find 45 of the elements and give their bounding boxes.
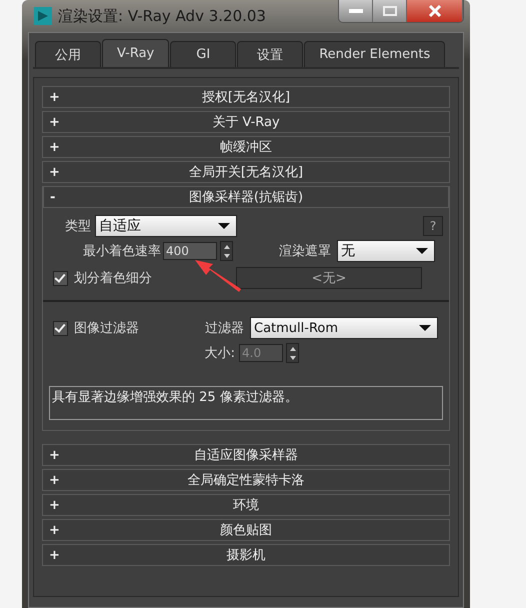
mask-dropdown[interactable]: 无 — [337, 240, 435, 262]
tab[interactable]: V-Ray — [102, 39, 170, 67]
close-icon — [428, 5, 442, 17]
rollout-header[interactable]: + 全局确定性蒙特卡洛 — [42, 469, 450, 491]
checkbox[interactable] — [53, 320, 68, 336]
arrow-annotation — [193, 258, 243, 294]
rollout-header[interactable]: + 环境 — [42, 494, 450, 516]
mask-label: 渲染遮罩 — [278, 243, 331, 260]
min-rate-field[interactable]: 400 — [163, 242, 217, 260]
size-label: 大小: — [204, 345, 235, 362]
rollout-header[interactable]: + 颜色贴图 — [42, 519, 450, 541]
caret-icon — [416, 248, 428, 254]
filter-label: 过滤器 — [204, 320, 244, 337]
maximize-button[interactable] — [373, 0, 407, 22]
help-button[interactable]: ? — [423, 216, 443, 236]
rollout-header[interactable]: + 自适应图像采样器 — [42, 444, 450, 466]
checkbox[interactable] — [53, 270, 68, 286]
tab[interactable]: 设置 — [237, 41, 304, 67]
window-title: 渲染设置: V-Ray Adv 3.20.03 — [58, 6, 266, 26]
maximize-icon — [382, 6, 396, 16]
mask-map-button[interactable]: <无> — [236, 267, 422, 289]
rollout-header[interactable]: + 全局开关[无名汉化] — [42, 161, 450, 183]
tab[interactable]: Render Elements — [304, 41, 446, 67]
rollout-header[interactable]: - 图像采样器(抗锯齿) — [43, 186, 449, 208]
caret-icon — [218, 223, 230, 229]
subdivs-label: 划分着色细分 — [74, 270, 153, 287]
filter-dropdown[interactable]: Catmull-Rom — [250, 317, 438, 339]
spinner-icon[interactable] — [220, 241, 233, 261]
tab[interactable]: GI — [170, 41, 236, 67]
minimize-icon — [348, 9, 362, 13]
rollout-header[interactable]: + 关于 V-Ray — [42, 111, 450, 133]
app-logo-icon — [34, 7, 52, 25]
caret-icon — [419, 325, 431, 331]
minimize-button[interactable] — [339, 0, 373, 22]
rollout-header[interactable]: + 授权[无名汉化] — [42, 86, 450, 108]
close-button[interactable] — [407, 0, 463, 22]
type-label: 类型 — [64, 218, 91, 235]
rollout-header[interactable]: + 帧缓冲区 — [42, 136, 450, 158]
type-dropdown[interactable]: 自适应 — [95, 215, 237, 237]
filter-description: 具有显著边缘增强效果的 25 像素过滤器。 — [49, 386, 443, 420]
spinner-icon[interactable] — [286, 343, 299, 363]
filter-toggle-label: 图像过滤器 — [74, 320, 140, 337]
rollout-header[interactable]: + 摄影机 — [42, 544, 450, 566]
tab[interactable]: 公用 — [35, 41, 101, 67]
min-rate-label: 最小着色速率 — [82, 243, 161, 260]
